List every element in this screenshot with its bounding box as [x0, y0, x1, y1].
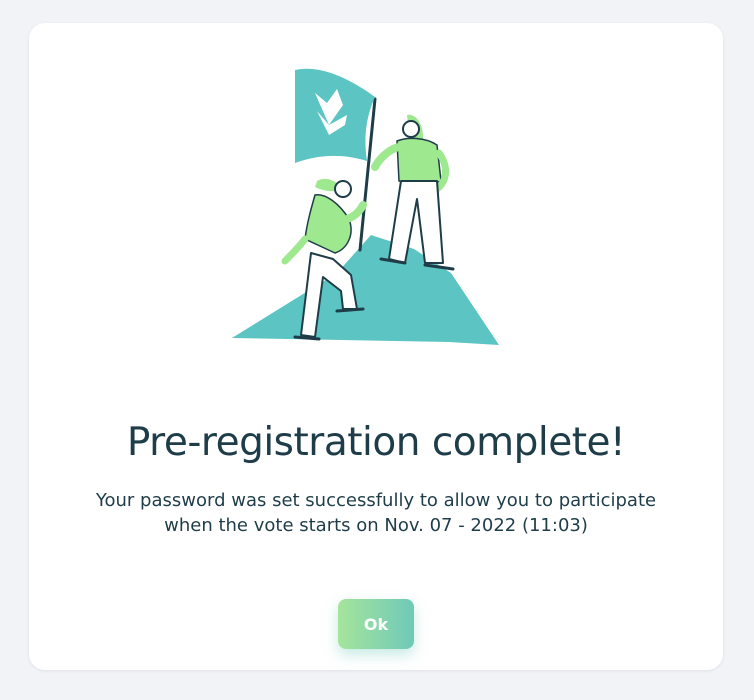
ok-button[interactable]: Ok [338, 599, 414, 649]
dialog-message: Your password was set successfully to al… [69, 488, 683, 538]
mountain-flag-illustration [232, 68, 499, 345]
dialog-message-line-2: when the vote starts on Nov. 07 - 2022 (… [164, 515, 588, 536]
confirmation-dialog: Pre-registration complete! Your password… [29, 23, 723, 670]
dialog-message-line-1: Your password was set successfully to al… [95, 490, 657, 511]
mountain-shape [232, 235, 499, 345]
dialog-title: Pre-registration complete! [126, 420, 626, 465]
